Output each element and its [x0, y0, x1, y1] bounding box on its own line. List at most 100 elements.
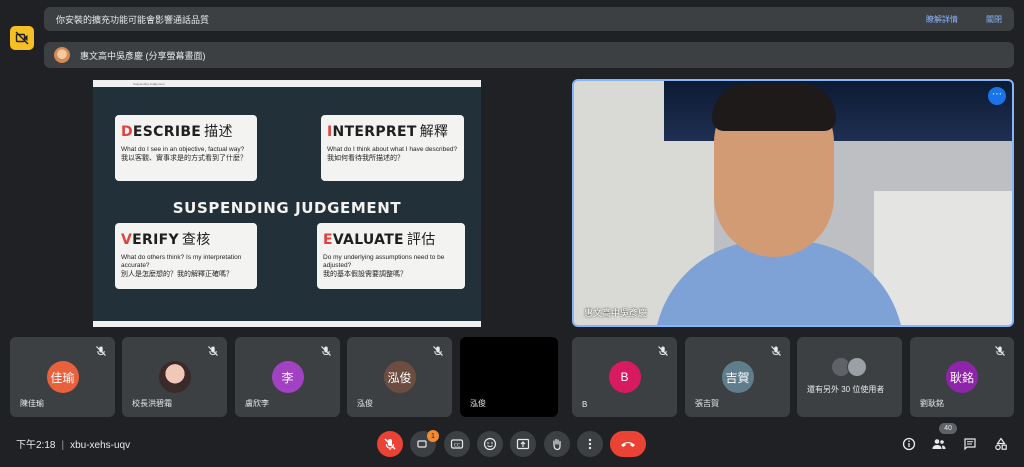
verify-zh: 別人是怎麼想的？我的解釋正確嗎？ — [121, 271, 233, 278]
avatar — [847, 357, 867, 377]
participant-avatar: 佳瑜 — [46, 361, 79, 393]
slide-content: DESCRIBE 描述 What do I see in an objective… — [93, 87, 481, 321]
meet-window: 你安裝的擴充功能可能會影響通話品質 瞭解詳情 關閉 惠文高中吳彥慶 (分享螢幕畫… — [0, 0, 1024, 467]
interpret-en: What do I think about what I have descri… — [327, 146, 458, 153]
more-vert-icon — [588, 438, 592, 450]
presenter-avatar — [54, 47, 70, 63]
presenter-label: 惠文高中吳彥慶 (分享螢幕畫面) — [80, 50, 206, 61]
chat-button[interactable] — [960, 434, 980, 454]
activities-button[interactable] — [991, 434, 1011, 454]
participant-name: 還有另外 30 位使用者 — [807, 385, 885, 394]
meeting-code: xbu-xehs-uqv — [70, 440, 131, 451]
evaluate-zh: 我的基本假設需要調整嗎？ — [323, 271, 407, 278]
more-options-button[interactable] — [577, 431, 603, 457]
verify-title: ERIFY — [132, 232, 179, 248]
mic-off-icon — [384, 438, 396, 450]
slide-playback-bar[interactable] — [93, 321, 481, 327]
evaluate-cn: 評估 — [406, 232, 436, 248]
participant-tile[interactable]: 耿銘 劉耿銘 — [910, 337, 1014, 417]
leave-call-button[interactable] — [610, 431, 646, 457]
people-icon — [932, 439, 946, 449]
present-screen-icon — [516, 438, 530, 450]
camera-off-indicator[interactable] — [10, 26, 34, 50]
meeting-details-button[interactable] — [899, 434, 919, 454]
slide-caption: Suspending Judgement — [133, 81, 165, 86]
interpret-cn: 解釋 — [419, 124, 449, 140]
participant-avatar: 李 — [271, 361, 304, 393]
people-button[interactable] — [929, 434, 949, 454]
shapes-icon — [995, 437, 1007, 451]
interpret-card: INTERPRET 解釋 What do I think about what I… — [321, 115, 464, 181]
group-avatars — [831, 357, 871, 379]
describe-cn: 描述 — [204, 124, 233, 140]
speaker-hair — [712, 83, 836, 131]
participant-tile[interactable]: 泓俊 — [460, 337, 558, 417]
participant-avatar: B — [608, 361, 641, 393]
mic-off-icon — [770, 344, 782, 356]
warning-message: 你安裝的擴充功能可能會影響通話品質 — [56, 14, 210, 25]
verify-en: What do others think? Is my interpretati… — [121, 254, 242, 269]
info-separator: | — [61, 440, 65, 451]
participant-avatar: 耿銘 — [946, 361, 978, 393]
slide-toolbar: Suspending Judgement — [93, 80, 481, 87]
present-now-button[interactable] — [510, 431, 536, 457]
mic-off-icon — [432, 344, 444, 356]
describe-title: ESCRIBE — [132, 124, 202, 140]
evaluate-title: VALUATE — [332, 232, 404, 248]
captions-button[interactable]: CC — [444, 431, 470, 457]
dismiss-link[interactable]: 關閉 — [986, 14, 1002, 25]
evaluate-card: EVALUATE 評估 Do my underlying assumptions … — [317, 223, 465, 289]
describe-zh: 我以客觀、實事求是的方式看到了什麼？ — [121, 155, 247, 162]
video-off-icon — [15, 31, 29, 45]
verify-card: VERIFY 查核 What do others think? Is my int… — [115, 223, 257, 289]
clock-time: 下午2:18 — [16, 440, 56, 451]
presenting-banner: 惠文高中吳彥慶 (分享螢幕畫面) — [44, 42, 1014, 68]
chat-icon — [964, 438, 976, 451]
slide-center-title: SUSPENDING JUDGEMENT — [172, 199, 402, 217]
people-count-badge: 40 — [939, 423, 957, 434]
hang-up-icon — [621, 442, 635, 447]
participant-tile[interactable]: 佳瑜 陳佳瑜 — [10, 337, 115, 417]
participant-tile[interactable]: 還有另外 30 位使用者 — [797, 337, 902, 417]
mic-toggle-button[interactable] — [377, 431, 403, 457]
extension-warning-banner: 你安裝的擴充功能可能會影響通話品質 瞭解詳情 關閉 — [44, 7, 1014, 31]
participant-tile[interactable]: BB — [572, 337, 677, 417]
participant-name: 張吉賀 — [695, 399, 719, 408]
participant-name: 劉耿銘 — [920, 399, 944, 408]
interpret-zh: 我如何看待我所描述的？ — [327, 155, 404, 162]
verify-initial: V — [121, 232, 133, 248]
mic-off-icon — [320, 344, 332, 356]
hand-icon — [553, 438, 561, 451]
info-icon — [902, 437, 916, 451]
participant-avatar: 吉賀 — [721, 361, 754, 393]
participant-name: 校長洪碧霜 — [132, 399, 172, 408]
mic-off-icon — [207, 344, 219, 356]
mic-off-icon — [95, 344, 107, 356]
describe-card: DESCRIBE 描述 What do I see in an objective… — [115, 115, 257, 181]
participant-name: 盧欣李 — [245, 399, 269, 408]
speaker-name: 惠文高中吳彥慶 — [584, 308, 648, 318]
reactions-button[interactable] — [477, 431, 503, 457]
interpret-title: NTERPRET — [332, 124, 417, 140]
learn-more-link[interactable]: 瞭解詳情 — [926, 14, 958, 25]
mic-off-icon — [657, 344, 669, 356]
closed-captions-icon: CC — [450, 439, 464, 449]
describe-en: What do I see in an objective, factual w… — [121, 146, 245, 153]
more-options-icon[interactable]: ⋯ — [988, 87, 1006, 105]
notification-badge: 1 — [427, 430, 439, 442]
meeting-info: 下午2:18 | xbu-xehs-uqv — [16, 436, 130, 451]
participant-name: 泓俊 — [470, 399, 486, 408]
mic-off-icon — [994, 344, 1006, 356]
participant-tile[interactable]: 李盧欣李 — [235, 337, 340, 417]
participant-tile[interactable]: 泓俊 泓俊 — [347, 337, 452, 417]
participant-name: B — [582, 400, 588, 409]
participant-tile[interactable]: 吉賀 張吉賀 — [685, 337, 790, 417]
raise-hand-button[interactable] — [544, 431, 570, 457]
emoji-icon — [483, 437, 497, 451]
verify-cn: 查核 — [181, 232, 211, 248]
svg-text:CC: CC — [454, 442, 460, 448]
evaluate-initial: E — [323, 232, 333, 248]
active-speaker-tile[interactable]: ⋯ 惠文高中吳彥慶 — [572, 79, 1014, 327]
shared-screen[interactable]: Suspending Judgement DESCRIBE 描述 What do … — [93, 80, 481, 327]
participant-tile[interactable]: 校長洪碧霜 — [122, 337, 227, 417]
